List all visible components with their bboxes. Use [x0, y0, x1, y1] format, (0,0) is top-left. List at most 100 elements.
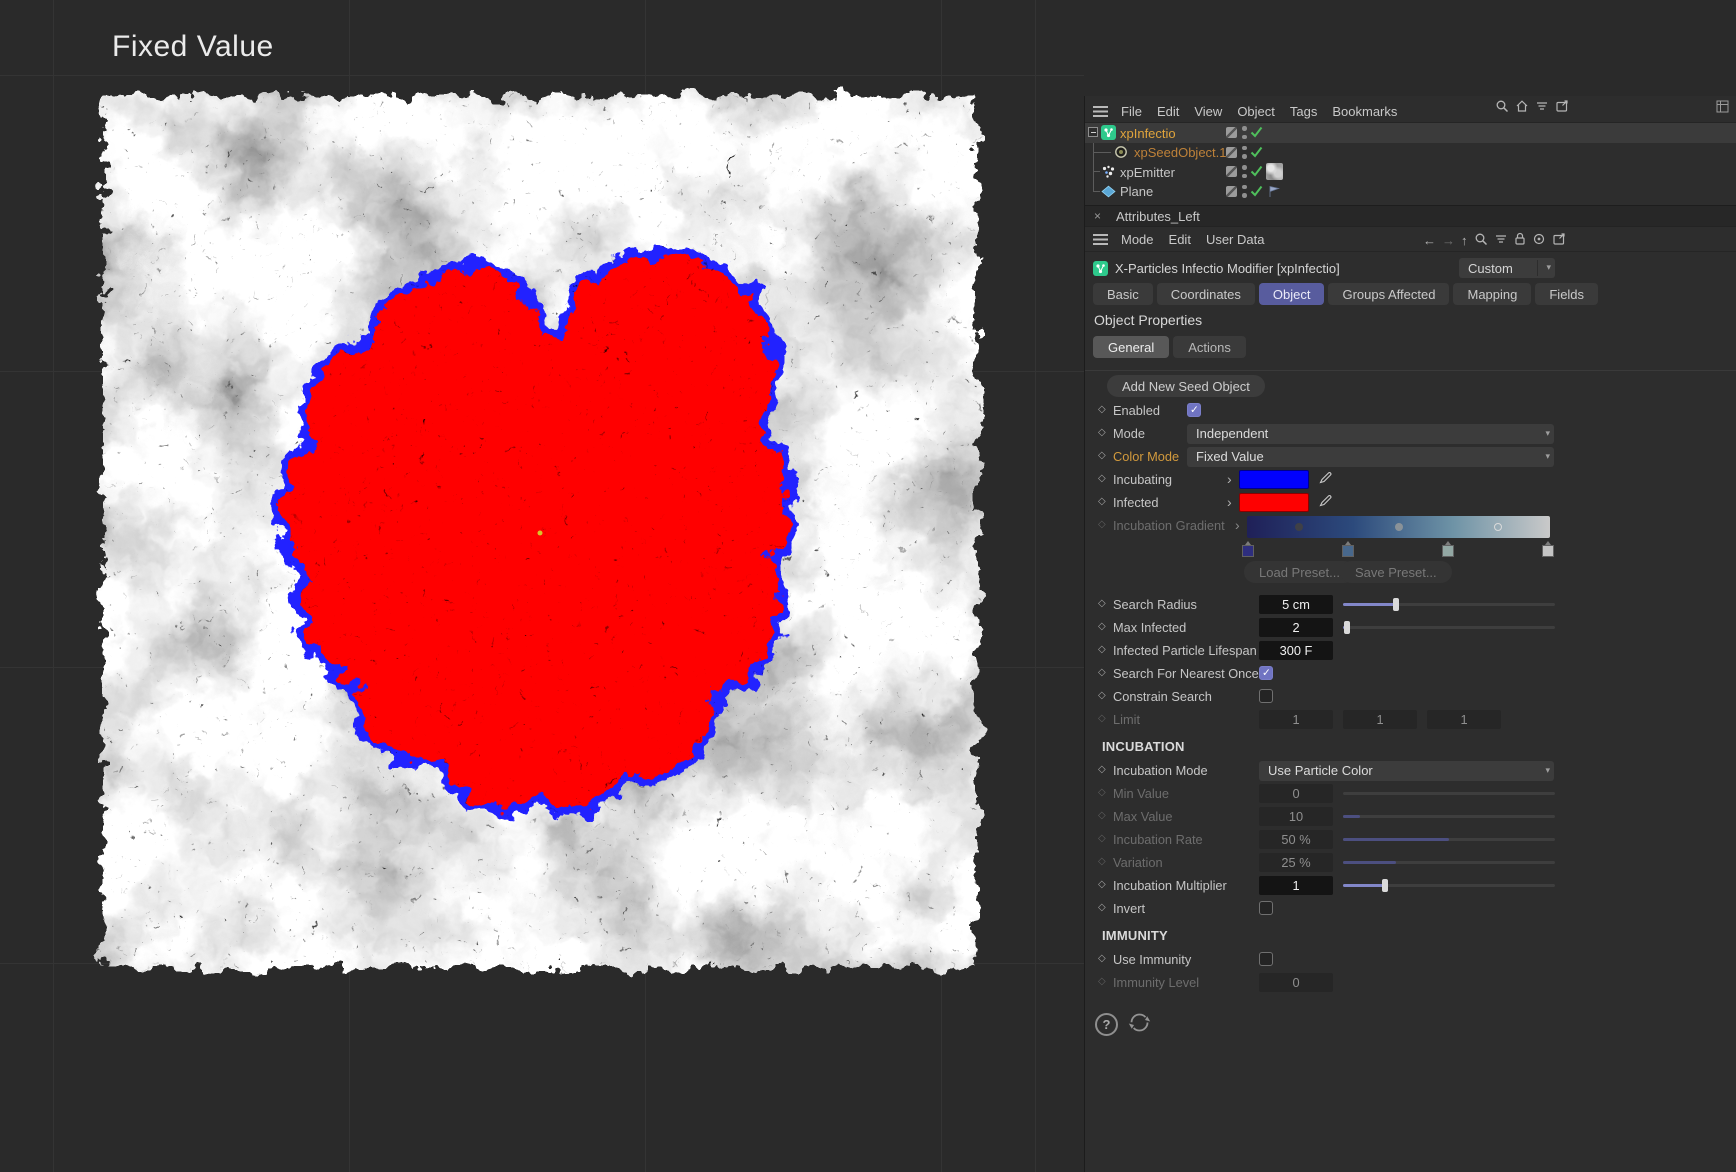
search-radius-input[interactable]: 5 cm [1259, 595, 1333, 614]
infected-particle-lifespan-input[interactable]: 300 F [1259, 641, 1333, 660]
external-window-icon[interactable] [1555, 99, 1569, 116]
gradient-bias-knot[interactable] [1295, 523, 1303, 531]
filter-icon[interactable] [1535, 99, 1549, 116]
help-icon[interactable] [1095, 1013, 1118, 1036]
object-row-plane[interactable]: Plane [1085, 182, 1736, 202]
object-name[interactable]: Plane [1120, 184, 1153, 199]
object-name[interactable]: xpEmitter [1120, 165, 1175, 180]
incubation-multiplier-slider[interactable] [1343, 884, 1555, 887]
enabled-check-icon[interactable] [1250, 126, 1263, 141]
home-icon[interactable] [1515, 99, 1529, 116]
keyframe-diamond-icon[interactable] [1098, 667, 1106, 678]
incubation-gradient-bar[interactable] [1247, 516, 1550, 538]
visibility-dots-icon[interactable] [1242, 165, 1247, 178]
track-target-icon[interactable] [1532, 232, 1546, 249]
color-picker-pen-icon[interactable] [1318, 470, 1333, 488]
keyframe-diamond-icon[interactable] [1098, 902, 1106, 913]
keyframe-diamond-icon[interactable] [1098, 690, 1106, 701]
search-radius-slider[interactable] [1343, 603, 1555, 606]
menu-bookmarks[interactable]: Bookmarks [1332, 104, 1397, 119]
incubation-rate-input[interactable]: 50 % [1259, 830, 1333, 849]
keyframe-diamond-icon[interactable] [1098, 810, 1106, 821]
keyframe-diamond-icon[interactable] [1098, 879, 1106, 890]
tab-mapping[interactable]: Mapping [1453, 283, 1531, 305]
keyframe-diamond-icon[interactable] [1098, 519, 1106, 530]
expand-chevron-icon[interactable] [1235, 517, 1240, 533]
search-icon[interactable] [1495, 99, 1509, 116]
visibility-dots-icon[interactable] [1242, 146, 1247, 159]
add-new-seed-object-button[interactable]: Add New Seed Object [1107, 375, 1265, 397]
object-name[interactable]: xpInfectio [1120, 126, 1176, 141]
up-arrow-icon[interactable] [1461, 233, 1468, 248]
immunity-level-input[interactable]: 0 [1259, 973, 1333, 992]
visibility-dots-icon[interactable] [1242, 185, 1247, 198]
limit-y-input[interactable]: 1 [1343, 710, 1417, 729]
search-icon[interactable] [1474, 232, 1488, 249]
back-arrow-icon[interactable] [1423, 233, 1436, 248]
infected-color-swatch[interactable] [1239, 493, 1309, 512]
forward-arrow-icon[interactable] [1442, 233, 1455, 248]
panel-layout-icon[interactable] [1716, 100, 1729, 116]
keyframe-diamond-icon[interactable] [1098, 713, 1106, 724]
max-infected-input[interactable]: 2 [1259, 618, 1333, 637]
enabled-check-icon[interactable] [1250, 165, 1263, 180]
viewport[interactable]: Fixed Value [0, 0, 1084, 1172]
load-preset-button[interactable]: Load Preset... [1244, 561, 1355, 583]
limit-x-input[interactable]: 1 [1259, 710, 1333, 729]
menu-edit[interactable]: Edit [1157, 104, 1179, 119]
search-for-nearest-once-checkbox[interactable] [1259, 666, 1273, 680]
preset-selector-dropdown[interactable]: Custom [1459, 258, 1555, 278]
close-icon[interactable] [1094, 209, 1101, 223]
attributes-panel-tab[interactable]: Attributes_Left [1085, 205, 1736, 227]
keyframe-diamond-icon[interactable] [1098, 427, 1106, 438]
keyframe-diamond-icon[interactable] [1098, 598, 1106, 609]
keyframe-diamond-icon[interactable] [1098, 450, 1106, 461]
visibility-dots-icon[interactable] [1242, 126, 1247, 139]
mode-dropdown[interactable]: Independent [1187, 424, 1554, 444]
color-picker-pen-icon[interactable] [1318, 493, 1333, 511]
menu-user-data[interactable]: User Data [1206, 232, 1265, 247]
layer-toggle-icon[interactable] [1226, 186, 1237, 197]
enabled-checkbox[interactable] [1187, 403, 1201, 417]
lock-icon[interactable] [1514, 232, 1526, 249]
color-mode-dropdown[interactable]: Fixed Value [1187, 447, 1554, 467]
expand-chevron-icon[interactable] [1227, 494, 1232, 510]
enabled-check-icon[interactable] [1250, 146, 1263, 161]
texture-thumbnail[interactable] [1266, 163, 1283, 180]
keyframe-diamond-icon[interactable] [1098, 953, 1106, 964]
gradient-color-knot[interactable] [1442, 545, 1454, 557]
tab-coordinates[interactable]: Coordinates [1157, 283, 1255, 305]
keyframe-diamond-icon[interactable] [1098, 496, 1106, 507]
expander-minus-icon[interactable] [1088, 127, 1098, 137]
layer-toggle-icon[interactable] [1226, 166, 1237, 177]
max-value-input[interactable]: 10 [1259, 807, 1333, 826]
tab-object[interactable]: Object [1259, 283, 1325, 305]
incubation-mode-dropdown[interactable]: Use Particle Color [1259, 761, 1554, 781]
tab-basic[interactable]: Basic [1093, 283, 1153, 305]
menu-object[interactable]: Object [1237, 104, 1275, 119]
expand-chevron-icon[interactable] [1227, 471, 1232, 487]
variation-input[interactable]: 25 % [1259, 853, 1333, 872]
gradient-color-knot[interactable] [1542, 545, 1554, 557]
gradient-bias-knot[interactable] [1395, 523, 1403, 531]
external-window-icon[interactable] [1552, 232, 1566, 249]
object-row-xpemitter[interactable]: xpEmitter [1085, 162, 1736, 182]
subtab-actions[interactable]: Actions [1173, 336, 1246, 358]
max-infected-slider[interactable] [1343, 626, 1555, 629]
hamburger-menu-icon[interactable] [1093, 106, 1108, 117]
keyframe-diamond-icon[interactable] [1098, 644, 1106, 655]
refresh-icon[interactable] [1127, 1010, 1152, 1038]
tab-fields[interactable]: Fields [1535, 283, 1598, 305]
limit-z-input[interactable]: 1 [1427, 710, 1501, 729]
keyframe-diamond-icon[interactable] [1098, 764, 1106, 775]
subtab-general[interactable]: General [1093, 336, 1169, 358]
incubation-multiplier-input[interactable]: 1 [1259, 876, 1333, 895]
tab-groups-affected[interactable]: Groups Affected [1328, 283, 1449, 305]
object-row-xpinfectio[interactable]: xpInfectio [1085, 123, 1736, 143]
incubating-color-swatch[interactable] [1239, 470, 1309, 489]
keyframe-diamond-icon[interactable] [1098, 621, 1106, 632]
gradient-color-knot[interactable] [1342, 545, 1354, 557]
keyframe-diamond-icon[interactable] [1098, 976, 1106, 987]
menu-mode[interactable]: Mode [1121, 232, 1154, 247]
keyframe-diamond-icon[interactable] [1098, 473, 1106, 484]
